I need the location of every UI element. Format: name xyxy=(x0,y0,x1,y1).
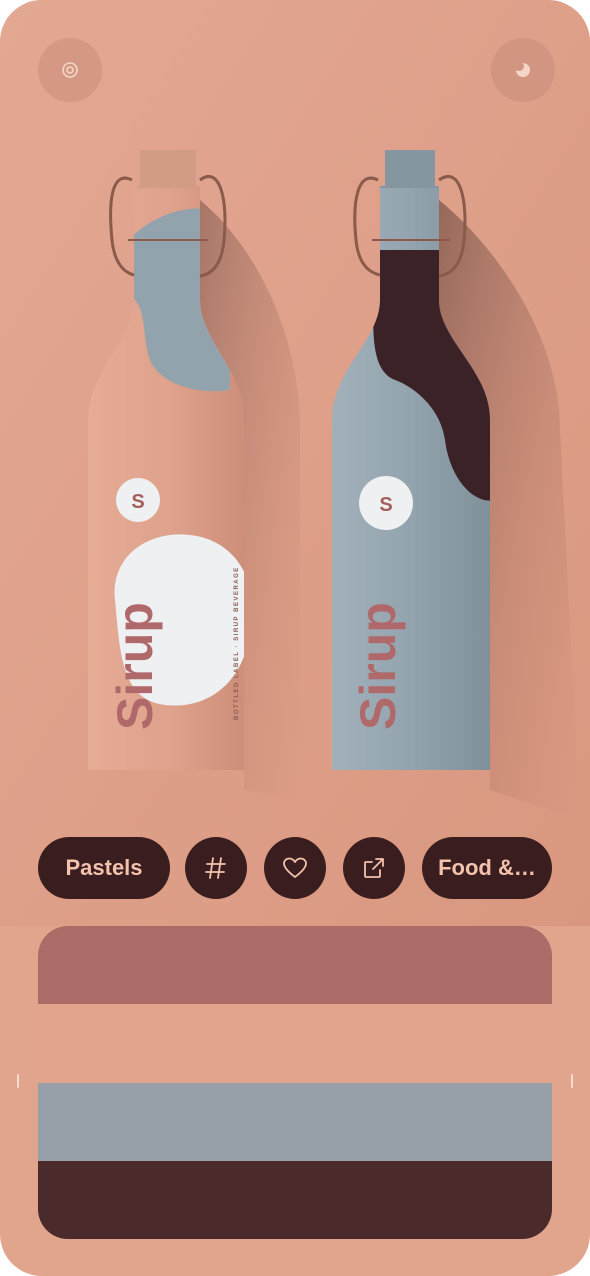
heart-icon xyxy=(283,857,307,878)
left-bottle-badge: S xyxy=(131,491,144,513)
swatch-maroon[interactable] xyxy=(38,1160,552,1239)
category-chip-label: Food &… xyxy=(438,855,536,880)
like-button[interactable] xyxy=(264,837,326,899)
style-chip-label: Pastels xyxy=(65,855,143,880)
left-bottle-brand: Sirup xyxy=(107,602,163,730)
theme-toggle-button[interactable] xyxy=(491,38,555,102)
left-edge-handle[interactable] xyxy=(17,1074,19,1088)
info-button[interactable] xyxy=(38,38,102,102)
app-screen: S Sirup BOTTLED LABEL · SIRUP BEVERAGE S… xyxy=(0,0,590,1276)
category-chip[interactable]: Food &… xyxy=(422,837,552,899)
right-bottle-brand: Sirup xyxy=(350,602,406,730)
swatch-slate[interactable] xyxy=(38,1082,552,1161)
right-edge-handle[interactable] xyxy=(571,1074,573,1088)
bottles-illustration: S Sirup BOTTLED LABEL · SIRUP BEVERAGE S… xyxy=(0,0,590,926)
left-bottle-side-text: BOTTLED LABEL · SIRUP BEVERAGE xyxy=(234,566,240,720)
swatch-peach[interactable] xyxy=(38,1004,552,1083)
style-chip[interactable]: Pastels xyxy=(38,837,170,899)
share-out-icon xyxy=(364,858,384,878)
circle-target-icon xyxy=(62,62,78,78)
hero-image: S Sirup BOTTLED LABEL · SIRUP BEVERAGE S… xyxy=(0,0,590,926)
half-moon-icon xyxy=(516,63,530,77)
swatch-rose[interactable] xyxy=(38,926,552,1005)
hashtag-button[interactable] xyxy=(185,837,247,899)
color-palette xyxy=(38,926,552,1239)
share-button[interactable] xyxy=(343,837,405,899)
hashtag-icon xyxy=(205,857,226,879)
right-bottle-badge: S xyxy=(379,494,392,516)
